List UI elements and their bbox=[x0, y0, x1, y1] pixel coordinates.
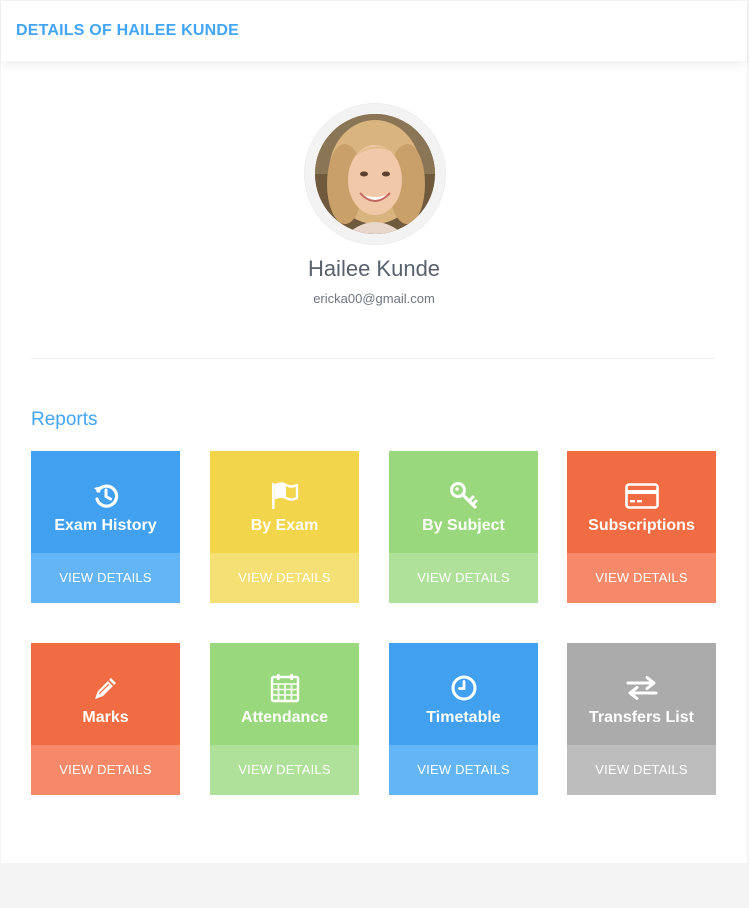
tile-label: Marks bbox=[82, 709, 129, 726]
tile-exam-history[interactable]: Exam History VIEW DETAILS bbox=[31, 451, 180, 603]
tile-label: Timetable bbox=[426, 709, 501, 726]
card-header: DETAILS OF HAILEE KUNDE bbox=[1, 1, 747, 61]
calendar-icon bbox=[210, 673, 359, 703]
tile-label: Attendance bbox=[240, 709, 329, 726]
tile-marks[interactable]: Marks VIEW DETAILS bbox=[31, 643, 180, 795]
view-details-button[interactable]: VIEW DETAILS bbox=[210, 553, 359, 603]
view-details-button[interactable]: VIEW DETAILS bbox=[567, 553, 716, 603]
tile-header[interactable]: Marks bbox=[31, 643, 180, 745]
profile-email: ericka00@gmail.com bbox=[313, 291, 435, 306]
tile-label: Transfers List bbox=[589, 709, 694, 726]
avatar-frame bbox=[305, 104, 445, 244]
tile-header[interactable]: Exam History bbox=[31, 451, 180, 553]
tile-label: Exam History bbox=[54, 517, 157, 534]
tile-header[interactable]: Timetable bbox=[389, 643, 538, 745]
clock-icon bbox=[389, 673, 538, 703]
reports-heading: Reports bbox=[31, 409, 98, 430]
credit-card-icon bbox=[567, 481, 716, 511]
tile-label: By Subject bbox=[422, 517, 505, 534]
tile-header[interactable]: Transfers List bbox=[567, 643, 716, 745]
tile-header[interactable]: Subscriptions bbox=[567, 451, 716, 553]
tile-transfers-list[interactable]: Transfers List VIEW DETAILS bbox=[567, 643, 716, 795]
transfer-arrows-icon bbox=[567, 673, 716, 703]
view-details-button[interactable]: VIEW DETAILS bbox=[389, 553, 538, 603]
view-details-button[interactable]: VIEW DETAILS bbox=[210, 745, 359, 795]
details-card: DETAILS OF HAILEE KUNDE Hailee Kunde eri… bbox=[1, 1, 747, 863]
tile-label: By Exam bbox=[250, 517, 319, 534]
view-details-button[interactable]: VIEW DETAILS bbox=[389, 745, 538, 795]
tile-by-subject[interactable]: By Subject VIEW DETAILS bbox=[389, 451, 538, 603]
flag-icon bbox=[210, 481, 359, 511]
tile-label: Subscriptions bbox=[588, 517, 695, 534]
history-icon bbox=[31, 481, 180, 511]
tile-header[interactable]: By Subject bbox=[389, 451, 538, 553]
view-details-button[interactable]: VIEW DETAILS bbox=[31, 745, 180, 795]
tile-timetable[interactable]: Timetable VIEW DETAILS bbox=[389, 643, 538, 795]
tile-subscriptions[interactable]: Subscriptions VIEW DETAILS bbox=[567, 451, 716, 603]
page-title: DETAILS OF HAILEE KUNDE bbox=[16, 22, 239, 39]
pencil-icon bbox=[31, 673, 180, 703]
avatar bbox=[315, 114, 435, 234]
view-details-button[interactable]: VIEW DETAILS bbox=[31, 553, 180, 603]
tile-header[interactable]: By Exam bbox=[210, 451, 359, 553]
tile-header[interactable]: Attendance bbox=[210, 643, 359, 745]
profile-name: Hailee Kunde bbox=[307, 256, 441, 281]
tile-attendance[interactable]: Attendance VIEW DETAILS bbox=[210, 643, 359, 795]
tile-by-exam[interactable]: By Exam VIEW DETAILS bbox=[210, 451, 359, 603]
view-details-button[interactable]: VIEW DETAILS bbox=[567, 745, 716, 795]
divider bbox=[31, 358, 715, 359]
key-icon bbox=[389, 481, 538, 511]
